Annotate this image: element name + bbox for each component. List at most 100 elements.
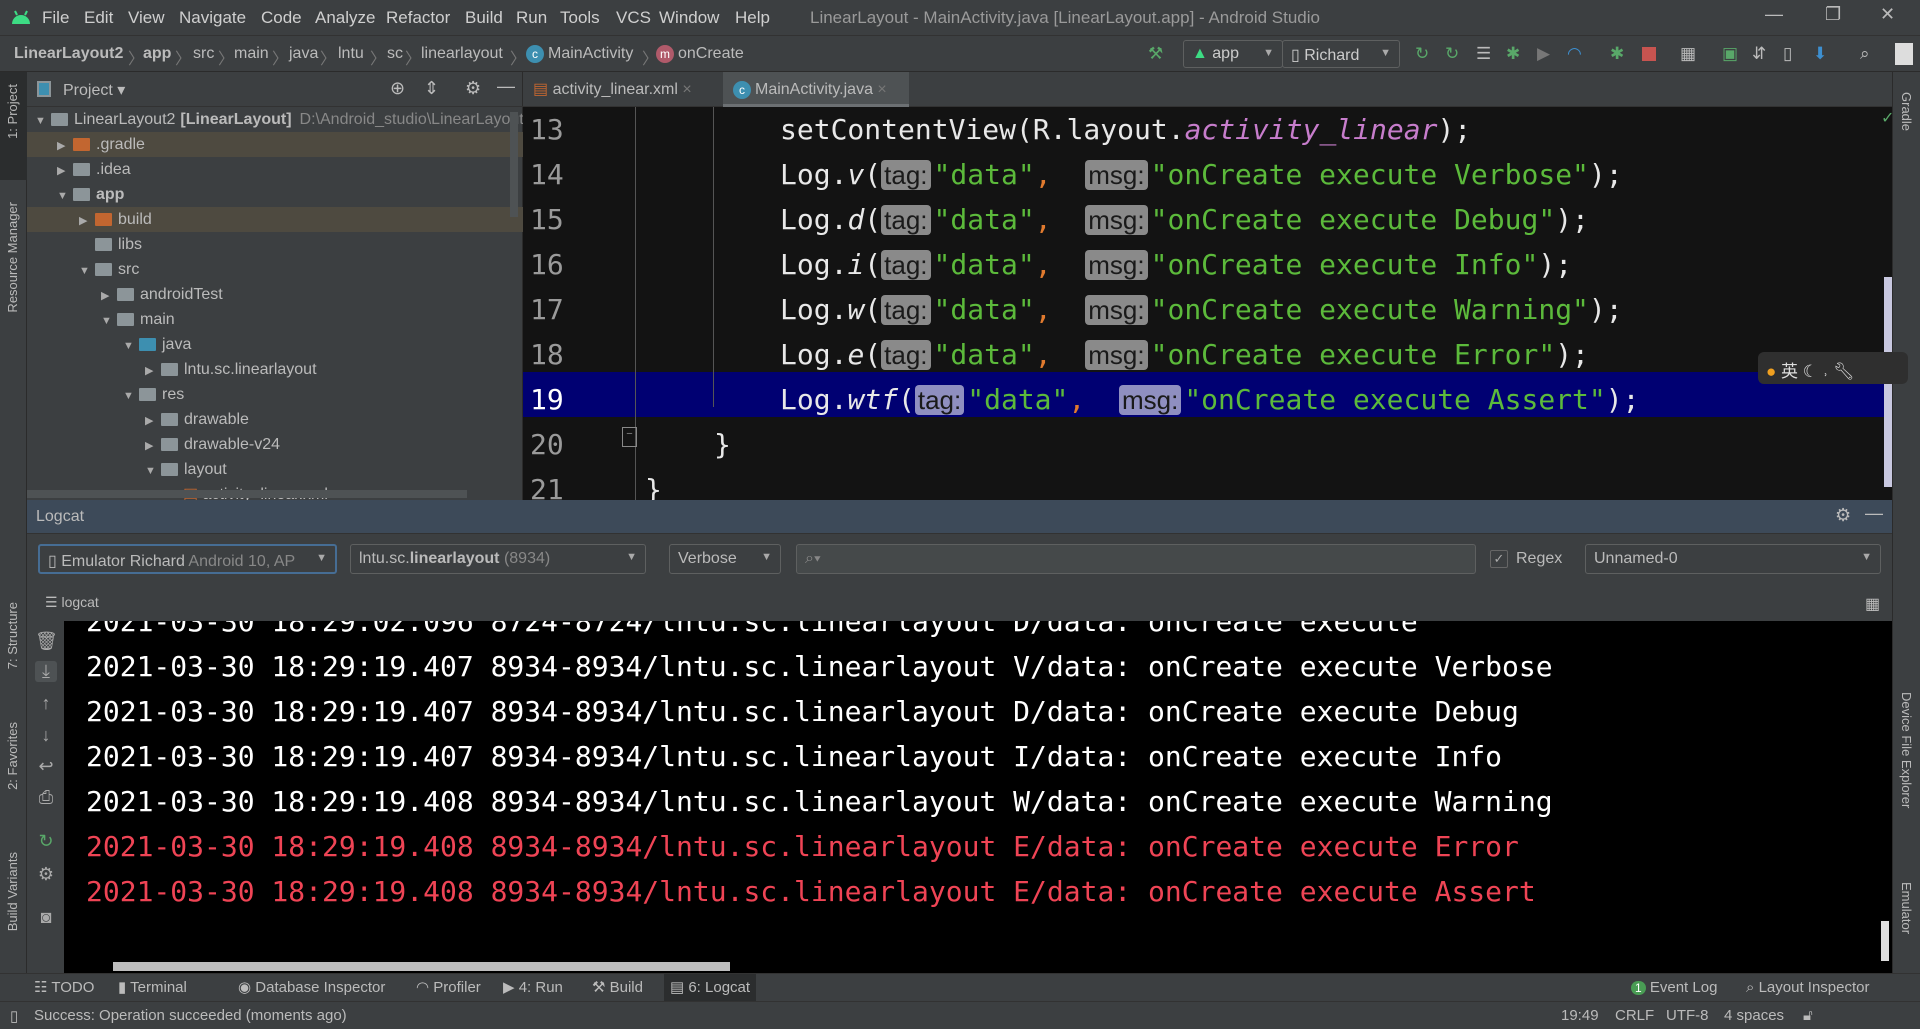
menu-vcs[interactable]: VCS: [616, 8, 651, 28]
avd-manager-icon[interactable]: ▯: [1783, 44, 1792, 64]
log-line[interactable]: 2021-03-30 18:29:02.096 8724-8724/lntu.s…: [86, 621, 1418, 644]
tool-tab-resource-manager[interactable]: Resource Manager: [5, 202, 20, 313]
tree-item[interactable]: ▼ app: [27, 182, 523, 207]
print-icon[interactable]: ⎙: [35, 787, 57, 808]
moon-icon[interactable]: ☾: [1803, 362, 1823, 381]
regex-checkbox[interactable]: ✓: [1490, 550, 1508, 568]
log-line[interactable]: 2021-03-30 18:29:19.408 8934-8934/lntu.s…: [86, 824, 1519, 869]
bottom-tab-build[interactable]: ⚒ Build: [586, 974, 649, 1002]
attach-process-icon[interactable]: ✱: [1610, 44, 1624, 64]
collapsed-arrow-icon[interactable]: ▶: [79, 209, 95, 234]
lock-icon[interactable]: 🔓︎: [1803, 1007, 1813, 1024]
tab-activity-linear-xml[interactable]: ▤ activity_linear.xml ×: [523, 72, 723, 107]
line-separator[interactable]: CRLF: [1615, 1007, 1654, 1024]
gear-icon[interactable]: ⚙: [35, 864, 57, 885]
tree-item[interactable]: ▶ drawable-v24: [27, 432, 523, 457]
log-horizontal-scrollbar[interactable]: [113, 962, 730, 971]
breadcrumb-oncreate[interactable]: m onCreate: [656, 45, 744, 63]
tree-item[interactable]: ▼ main: [27, 307, 523, 332]
logcat-list-icon[interactable]: ☰: [1476, 44, 1491, 64]
apply-code-changes-icon[interactable]: ↻: [1445, 44, 1459, 64]
soft-wrap-icon[interactable]: ↩: [35, 756, 57, 777]
breadcrumb-linearlayout[interactable]: linearlayout: [421, 45, 503, 63]
tree-item[interactable]: ▶ drawable: [27, 407, 523, 432]
status-toggle-icon[interactable]: ▯: [10, 1007, 18, 1025]
process-select[interactable]: lntu.sc.linearlayout (8934) ▼: [350, 544, 646, 574]
expanded-arrow-icon[interactable]: ▼: [57, 184, 73, 209]
restore-button[interactable]: ❐: [1825, 4, 1841, 25]
menu-file[interactable]: File: [42, 8, 69, 28]
menu-help[interactable]: Help: [735, 8, 770, 28]
log-output[interactable]: 2021-03-30 18:29:02.096 8724-8724/lntu.s…: [64, 621, 1892, 973]
sdk-manager-icon[interactable]: ⬇: [1813, 44, 1827, 64]
attach-debugger-icon[interactable]: ▶: [1537, 44, 1550, 64]
tool-tab-project[interactable]: 1: Project: [5, 84, 20, 139]
gear-icon[interactable]: ⚙: [465, 78, 481, 99]
hide-panel-icon[interactable]: —: [497, 76, 515, 97]
tree-item[interactable]: ▶ .idea: [27, 157, 523, 182]
menu-window[interactable]: Window: [659, 8, 719, 28]
tool-tab-favorites[interactable]: 2: Favorites: [5, 722, 20, 790]
locate-file-icon[interactable]: ⊕: [390, 78, 405, 99]
tool-tab-structure[interactable]: 7: Structure: [5, 602, 20, 669]
log-search-input[interactable]: ⌕▾: [796, 544, 1476, 574]
close-tab-icon[interactable]: ×: [877, 81, 886, 98]
collapse-all-icon[interactable]: ⇕: [424, 78, 439, 99]
expanded-arrow-icon[interactable]: ▼: [35, 109, 51, 134]
breadcrumb-app[interactable]: app: [143, 45, 171, 63]
scroll-to-end-icon[interactable]: ⤓: [35, 661, 57, 682]
project-view-select[interactable]: Project ▾: [63, 80, 125, 100]
menu-build[interactable]: Build: [465, 8, 503, 28]
tree-item[interactable]: ▼ layout: [27, 457, 523, 482]
arrow-down-icon[interactable]: ↓: [35, 725, 57, 746]
menu-edit[interactable]: Edit: [84, 8, 113, 28]
bottom-tab-profiler[interactable]: ◠ Profiler: [410, 974, 487, 1002]
expanded-arrow-icon[interactable]: ▼: [101, 309, 117, 334]
breadcrumb-src[interactable]: src: [193, 45, 214, 63]
bottom-tab-database-inspector[interactable]: ◉ Database Inspector: [232, 974, 391, 1002]
minimize-button[interactable]: —: [1765, 4, 1783, 25]
tool-tab-gradle[interactable]: Gradle: [1899, 92, 1914, 131]
expanded-arrow-icon[interactable]: ▼: [79, 259, 95, 284]
tree-item[interactable]: ▶ lntu.sc.linearlayout: [27, 357, 523, 382]
tab-mainactivity-java[interactable]: c MainActivity.java ×: [723, 72, 909, 107]
log-line[interactable]: 2021-03-30 18:29:19.407 8934-8934/lntu.s…: [86, 689, 1519, 734]
tree-horizontal-scrollbar[interactable]: [27, 490, 467, 498]
bottom-tab-terminal[interactable]: ▮ Terminal: [112, 974, 193, 1002]
collapsed-arrow-icon[interactable]: ▶: [145, 409, 161, 434]
log-vertical-scrollbar[interactable]: [1881, 921, 1889, 961]
log-level-select[interactable]: Verbose ▼: [669, 544, 781, 574]
menu-view[interactable]: View: [128, 8, 165, 28]
tree-item[interactable]: libs: [27, 232, 523, 257]
expanded-arrow-icon[interactable]: ▼: [145, 459, 161, 484]
breadcrumb-mainactivity[interactable]: c MainActivity: [526, 45, 633, 63]
camera-icon[interactable]: ◙: [35, 907, 57, 928]
tool-tab-device-file-explorer[interactable]: Device File Explorer: [1899, 692, 1914, 808]
tree-item[interactable]: ▼ LinearLayout2 [LinearLayout] D:\Android_s…: [27, 107, 524, 134]
stop-icon[interactable]: [1642, 47, 1656, 61]
log-line[interactable]: 2021-03-30 18:29:19.408 8934-8934/lntu.s…: [86, 869, 1536, 914]
tree-item[interactable]: ▶ .gradle: [27, 132, 523, 157]
ime-language[interactable]: 英: [1781, 362, 1798, 381]
indent-setting[interactable]: 4 spaces: [1724, 1007, 1784, 1024]
collapsed-arrow-icon[interactable]: ▶: [101, 284, 117, 309]
menu-analyze[interactable]: Analyze: [315, 8, 375, 28]
caret-position[interactable]: 19:49: [1561, 1007, 1599, 1024]
bottom-tab-todo[interactable]: ☷ TODO: [28, 974, 100, 1002]
debug-bug-icon[interactable]: ✱: [1506, 44, 1520, 64]
breadcrumb-java[interactable]: java: [289, 45, 318, 63]
file-encoding[interactable]: UTF-8: [1666, 1007, 1709, 1024]
tree-item[interactable]: ▼ java: [27, 332, 523, 357]
search-icon[interactable]: ⌕: [1860, 44, 1870, 64]
menu-tools[interactable]: Tools: [560, 8, 600, 28]
menu-refactor[interactable]: Refactor: [386, 8, 450, 28]
status-message[interactable]: Success: Operation succeeded (moments ag…: [34, 1007, 347, 1024]
device-select[interactable]: ▯ Emulator Richard Android 10, AP ▼: [38, 544, 337, 574]
device-select[interactable]: ▯ Richard ▼: [1282, 40, 1400, 68]
tree-item[interactable]: ▶ build: [27, 207, 523, 232]
tool-tab-emulator[interactable]: Emulator: [1899, 882, 1914, 934]
tree-item[interactable]: ▶ androidTest: [27, 282, 523, 307]
collapsed-arrow-icon[interactable]: ▶: [145, 359, 161, 384]
log-line[interactable]: 2021-03-30 18:29:19.408 8934-8934/lntu.s…: [86, 779, 1553, 824]
avatar[interactable]: [1895, 43, 1913, 65]
